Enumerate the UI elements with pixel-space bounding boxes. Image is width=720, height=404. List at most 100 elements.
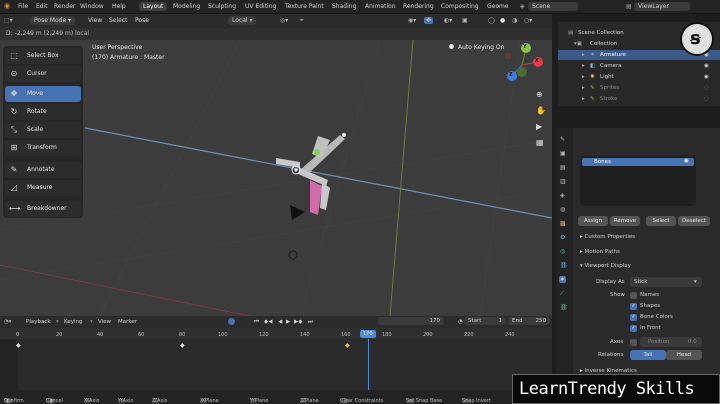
menu-render[interactable]: Render [54,3,75,10]
armature-bones[interactable] [276,133,346,215]
view-layer-selector[interactable]: ViewLayer [634,2,690,11]
physics-tab-icon[interactable]: ◎ [560,248,565,255]
shapes-checkbox[interactable]: ✓ [630,303,637,310]
solid-shading-icon[interactable]: ● [500,17,505,24]
keyframe-icon[interactable]: ◆ [16,342,21,349]
light-object-icon[interactable] [288,250,298,260]
tool-scale[interactable]: ⤡ Scale [5,122,81,138]
eye-closed-icon[interactable]: ◌ [704,96,709,102]
tool-annotate[interactable]: ✎ Annotate [5,162,81,178]
editor-type-icon[interactable]: ⬚▾ [4,17,13,24]
object-tab-icon[interactable]: ▩ [560,220,566,227]
section-custom-properties[interactable]: ▸ Custom Properties [580,234,635,240]
xray-icon[interactable]: ▣ [462,17,468,24]
playhead-line[interactable] [368,339,369,390]
tool-measure[interactable]: ◿ Measure [5,180,81,196]
menu-file[interactable]: File [18,3,28,10]
timeline-view-menu[interactable]: View [98,319,111,325]
tool-cursor[interactable]: ⊙ Cursor [5,66,81,82]
menu-help[interactable]: Help [112,3,126,10]
tool-rotate[interactable]: ↻ Rotate [5,104,81,120]
camera-object-icon[interactable] [290,205,305,220]
keying-menu[interactable]: Keying [64,319,82,325]
menu-view[interactable]: View [88,17,102,24]
tab-rendering[interactable]: Rendering [399,2,438,11]
keyframe-icon[interactable]: ◆ [180,342,185,349]
eye-icon[interactable]: ◉ [704,74,709,80]
relations-tail-button[interactable]: Tail [630,350,666,360]
outliner-item-light[interactable]: ▸ ✺ Light ◉ [558,72,720,82]
select-button[interactable]: Select [646,216,676,226]
tab-shading[interactable]: Shading [328,2,360,11]
snap-icon[interactable]: ⌖ [300,17,303,25]
material-shading-icon[interactable]: ◑ [512,17,517,24]
section-viewport-display[interactable]: ▾ Viewport Display [580,263,631,269]
eye-closed-icon[interactable]: ◌ [704,85,709,91]
wireframe-shading-icon[interactable]: ◯ [488,17,495,24]
end-frame-field[interactable]: End 250 [508,317,550,325]
world-tab-icon[interactable]: ◍ [560,206,565,213]
menu-pose[interactable]: Pose [135,17,149,24]
play-reverse-icon[interactable]: ◀ [278,319,282,325]
clock-icon[interactable]: ◔▾ [4,319,12,325]
next-keyframe-icon[interactable]: ▶◆ [294,319,302,325]
eye-icon[interactable]: ◉ [684,158,689,164]
playhead-frame-label[interactable]: 170 [360,330,376,338]
constraints-tab-icon[interactable]: ⛓ [560,262,568,269]
jump-end-icon[interactable]: ⏭ [308,319,313,326]
remove-button[interactable]: Remove [610,216,640,226]
tab-texture-paint[interactable]: Texture Paint [281,2,328,11]
ortho-toggle-icon[interactable]: ▦ [536,138,544,147]
outliner-item-sprites[interactable]: ▸ ✎ Sprites ◌ [558,83,720,93]
pan-hand-icon[interactable]: ✋ [536,106,546,115]
names-checkbox[interactable] [630,292,637,299]
pivot-icon[interactable]: ◎▾ [280,17,288,24]
bone-collection-item[interactable]: Bones ◉ [582,158,694,166]
tool-tab-icon[interactable]: ✎ [560,136,565,143]
start-frame-field[interactable]: Start 1 [464,317,506,325]
tab-sculpting[interactable]: Sculpting [204,2,240,11]
axes-checkbox[interactable] [630,339,637,346]
camera-view-icon[interactable]: ▶ [536,122,542,131]
tab-layout[interactable]: Layout [139,2,168,11]
tab-uv-editing[interactable]: UV Editing [241,2,280,11]
relations-head-button[interactable]: Head [666,350,702,360]
keyframe-icon[interactable]: ◆ [345,342,350,349]
axes-position-field[interactable]: Position 0.0 [640,337,702,347]
menu-window[interactable]: Window [80,3,104,10]
view-layer-tab-icon[interactable]: ▥ [560,178,566,185]
output-tab-icon[interactable]: ▤ [560,164,566,171]
rendered-shading-icon[interactable]: ○▾ [524,17,532,24]
playback-menu[interactable]: Playback [26,319,51,325]
marker-menu[interactable]: Marker [118,319,137,325]
timeline[interactable]: 0 20 40 60 80 100 120 140 160 170 180 20… [0,328,552,390]
tool-breakdowner[interactable]: ⟷ Breakdowner [5,201,81,217]
tab-compositing[interactable]: Compositing [437,2,483,11]
tool-move[interactable]: ✥ Move [5,86,81,102]
visibility-icon[interactable]: ◉▾ [408,17,416,24]
bone-constraint-tab-icon[interactable]: ⛓ [560,304,568,311]
tab-geometry[interactable]: Geome [483,2,513,11]
render-tab-icon[interactable]: ▣ [560,150,566,157]
menu-edit[interactable]: Edit [36,3,48,10]
deselect-button[interactable]: Deselect [678,216,710,226]
outliner-item-stroke[interactable]: ▸ ✎ Stroke ◌ [558,94,720,104]
in-front-checkbox[interactable]: ✓ [630,325,637,332]
scene-selector[interactable]: Scene [528,2,578,11]
bone-tab-icon[interactable]: ⟋ [560,290,564,298]
display-as-dropdown[interactable]: Stick ▾ [630,277,702,287]
play-icon[interactable]: ▶ [286,319,290,325]
tool-transform[interactable]: ⊞ Transform [5,140,81,156]
current-frame-field[interactable]: 170 [378,317,444,325]
section-motion-paths[interactable]: ▸ Motion Paths [580,249,620,255]
gizmo-toggle-icon[interactable]: ✥ [424,17,434,24]
armature-data-tab-icon[interactable]: ✶ [559,276,567,283]
tab-animation[interactable]: Animation [361,2,400,11]
tool-select-box[interactable]: ⬚ Select Box [5,48,81,64]
menu-select[interactable]: Select [109,17,128,24]
prev-keyframe-icon[interactable]: ◆◀ [264,319,272,325]
eye-icon[interactable]: ◉ [704,63,709,69]
bone-colors-checkbox[interactable]: ✓ [630,314,637,321]
blender-logo-icon[interactable]: ◉ [4,2,10,10]
outliner-item-camera[interactable]: ▸ ◧ Camera ◉ [558,61,720,71]
